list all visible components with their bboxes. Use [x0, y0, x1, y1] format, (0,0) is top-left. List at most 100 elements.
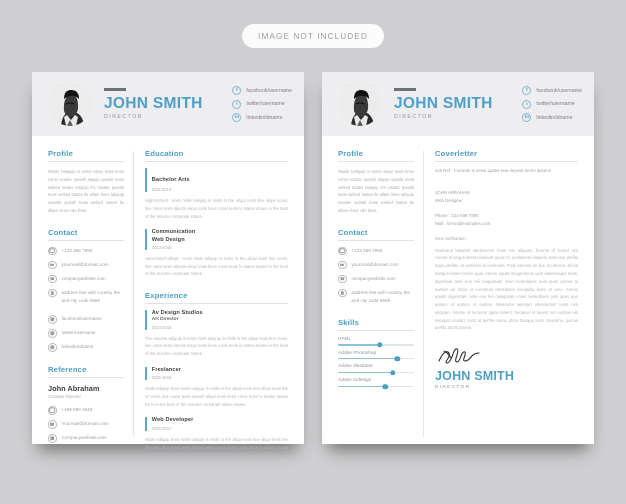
mail-icon — [338, 260, 347, 270]
section-skills: Skills HTML Adobe Photoshop Adobe Illust… — [338, 317, 414, 390]
contact-row-mail[interactable]: yourmail@domain.com — [338, 260, 414, 270]
coverletter-phone: Phone : 123-456-7890 — [435, 212, 479, 218]
page1-header: JOHN SMITH DIRECTOR f facebook/username … — [32, 72, 304, 136]
contact-value: twitter/username — [61, 330, 96, 336]
linkedin-icon: in — [522, 113, 532, 122]
skill-slider[interactable] — [338, 356, 414, 362]
section-contact: Contact +123 456 7890 yourmail@domain.co… — [48, 228, 124, 352]
skill-slider[interactable] — [338, 369, 414, 376]
social-item-linkedin[interactable]: in linkedin/idname — [522, 113, 582, 122]
skill-handle[interactable] — [382, 383, 388, 390]
skill-slider[interactable] — [338, 383, 414, 390]
divider — [145, 161, 288, 162]
education-dates: 2011-2013 — [151, 187, 172, 192]
coverletter-mail: Mail : lorem@examples.com — [435, 220, 491, 226]
location-pin-icon — [48, 288, 57, 298]
skill-indesign: Adobe Indesign — [338, 378, 414, 390]
social-label: twitter/username — [246, 101, 285, 107]
education-heading: Education — [145, 149, 184, 158]
coverletter-recipient-name: JOHN ABRAHAM — [435, 190, 470, 195]
social-item-facebook[interactable]: f facebook/username — [232, 86, 292, 95]
page2-body: Profile Nisids haliquip is nistis aliqui… — [322, 136, 594, 444]
skill-fill — [338, 358, 398, 360]
contact-value: address text with country the and city c… — [351, 289, 410, 303]
coverletter-heading: Coverletter — [435, 149, 478, 158]
reference-value: Yourmail@domain.com — [61, 421, 109, 427]
contact-row-mail[interactable]: yourmail@domain.com — [48, 260, 124, 270]
contact-social-linkedin[interactable]: linkedin/idname — [48, 343, 124, 352]
social-item-linkedin[interactable]: in linkedin/idname — [232, 113, 292, 122]
page1-role: DIRECTOR — [104, 114, 143, 120]
divider — [48, 239, 124, 241]
reference-row-mail[interactable]: Yourmail@domain.com — [48, 420, 124, 429]
timeline-bar — [145, 229, 147, 250]
contact-social-twitter[interactable]: twitter/username — [48, 329, 124, 338]
page2-social-list: f facebook/username t twitter/username i… — [522, 86, 582, 122]
social-item-twitter[interactable]: t twitter/username — [232, 99, 292, 109]
timeline-bar — [145, 168, 147, 192]
page1-name: JOHN SMITH — [104, 94, 203, 112]
contact-value: address text with country the and city c… — [61, 289, 120, 303]
social-item-facebook[interactable]: f facebook/username — [522, 86, 582, 95]
contact-row-address: address text with country the and city c… — [338, 288, 414, 305]
coverletter-job-ref: Job Ref : Comedo is sensi quatre text de… — [435, 168, 552, 173]
linkedin-icon: in — [232, 113, 242, 122]
phone-icon — [48, 406, 57, 415]
reference-value: +456 899 4546 — [61, 407, 93, 413]
timeline-bar — [145, 417, 147, 431]
phone-icon — [338, 246, 347, 256]
skill-fill — [338, 371, 393, 374]
divider — [338, 161, 414, 162]
experience-title: Web Developer — [151, 417, 194, 424]
experience-dates: 2015-2016 — [151, 375, 172, 381]
divider — [338, 329, 414, 331]
contact-heading: Contact — [48, 227, 78, 237]
experience-body: Nisils taliquip texts nisils taliquip is… — [145, 386, 288, 407]
social-item-twitter[interactable]: t twitter/username — [522, 99, 582, 109]
section-reference: Reference John Abraham Creative Director… — [48, 365, 124, 443]
page1-name-block: JOHN SMITH DIRECTOR — [104, 88, 203, 120]
education-title: Communication — [151, 229, 196, 236]
skill-label: Adobe Illustrator — [338, 364, 373, 370]
divider — [435, 161, 578, 162]
contact-row-phone[interactable]: +123 456 7890 — [48, 246, 124, 256]
skill-fill — [338, 385, 386, 388]
education-item: Bachelor Arts 2011-2013 — [145, 168, 288, 192]
contact-row-website[interactable]: companywebsite.com — [338, 274, 414, 284]
skill-handle[interactable] — [390, 369, 396, 376]
contact-row-phone[interactable]: +123 456 7890 — [338, 246, 414, 256]
page2-header: JOHN SMITH DIRECTOR f facebook/username … — [322, 72, 594, 136]
contact-row-address: address text with country the and city c… — [48, 288, 124, 305]
image-not-included-badge: IMAGE NOT INCLUDED — [242, 24, 384, 48]
facebook-icon: f — [232, 86, 242, 95]
contact-value: companywebsite.com — [61, 275, 106, 281]
page2-right-column: Coverletter Job Ref : Comedo is sensi qu… — [424, 149, 594, 444]
social-label: facebook/username — [536, 87, 582, 94]
skill-slider[interactable] — [338, 342, 414, 348]
resume-page-1: JOHN SMITH DIRECTOR f facebook/username … — [32, 72, 304, 457]
skill-handle[interactable] — [394, 356, 400, 362]
reference-row-website[interactable]: Companywebsite.com — [48, 434, 124, 443]
page1-body: Profile Nisids haliquip is nistis aliqui… — [32, 136, 304, 457]
reference-row-phone[interactable]: +456 899 4546 — [48, 406, 124, 415]
contact-value: facebook/username — [61, 316, 102, 322]
skill-handle[interactable] — [377, 342, 383, 348]
profile-text: Nisids haliquip is nistis aliqui texts l… — [338, 169, 414, 213]
contact-social-facebook[interactable]: facebook/username — [48, 315, 124, 324]
skills-heading: Skills — [338, 317, 360, 327]
avatar — [338, 82, 382, 126]
profile-heading: Profile — [338, 149, 364, 158]
facebook-icon — [48, 315, 57, 324]
contact-value: +123 456 7890 — [61, 247, 93, 253]
page2-name: JOHN SMITH — [394, 94, 493, 112]
contact-value: +123 456 7890 — [351, 247, 383, 253]
experience-subtitle: Art Director — [151, 317, 179, 323]
education-subtitle: Web Design — [151, 236, 185, 243]
contact-row-website[interactable]: companywebsite.com — [48, 274, 124, 284]
experience-item: Web Developer 2016-2017 — [145, 417, 288, 431]
divider — [48, 376, 124, 378]
signature-name: JOHN SMITH — [435, 369, 515, 384]
name-rule — [394, 88, 416, 91]
section-experience: Experience Av Design Studios Art Directo… — [145, 291, 288, 459]
experience-item: Av Design Studios Art Director 2014-2015 — [145, 310, 288, 330]
